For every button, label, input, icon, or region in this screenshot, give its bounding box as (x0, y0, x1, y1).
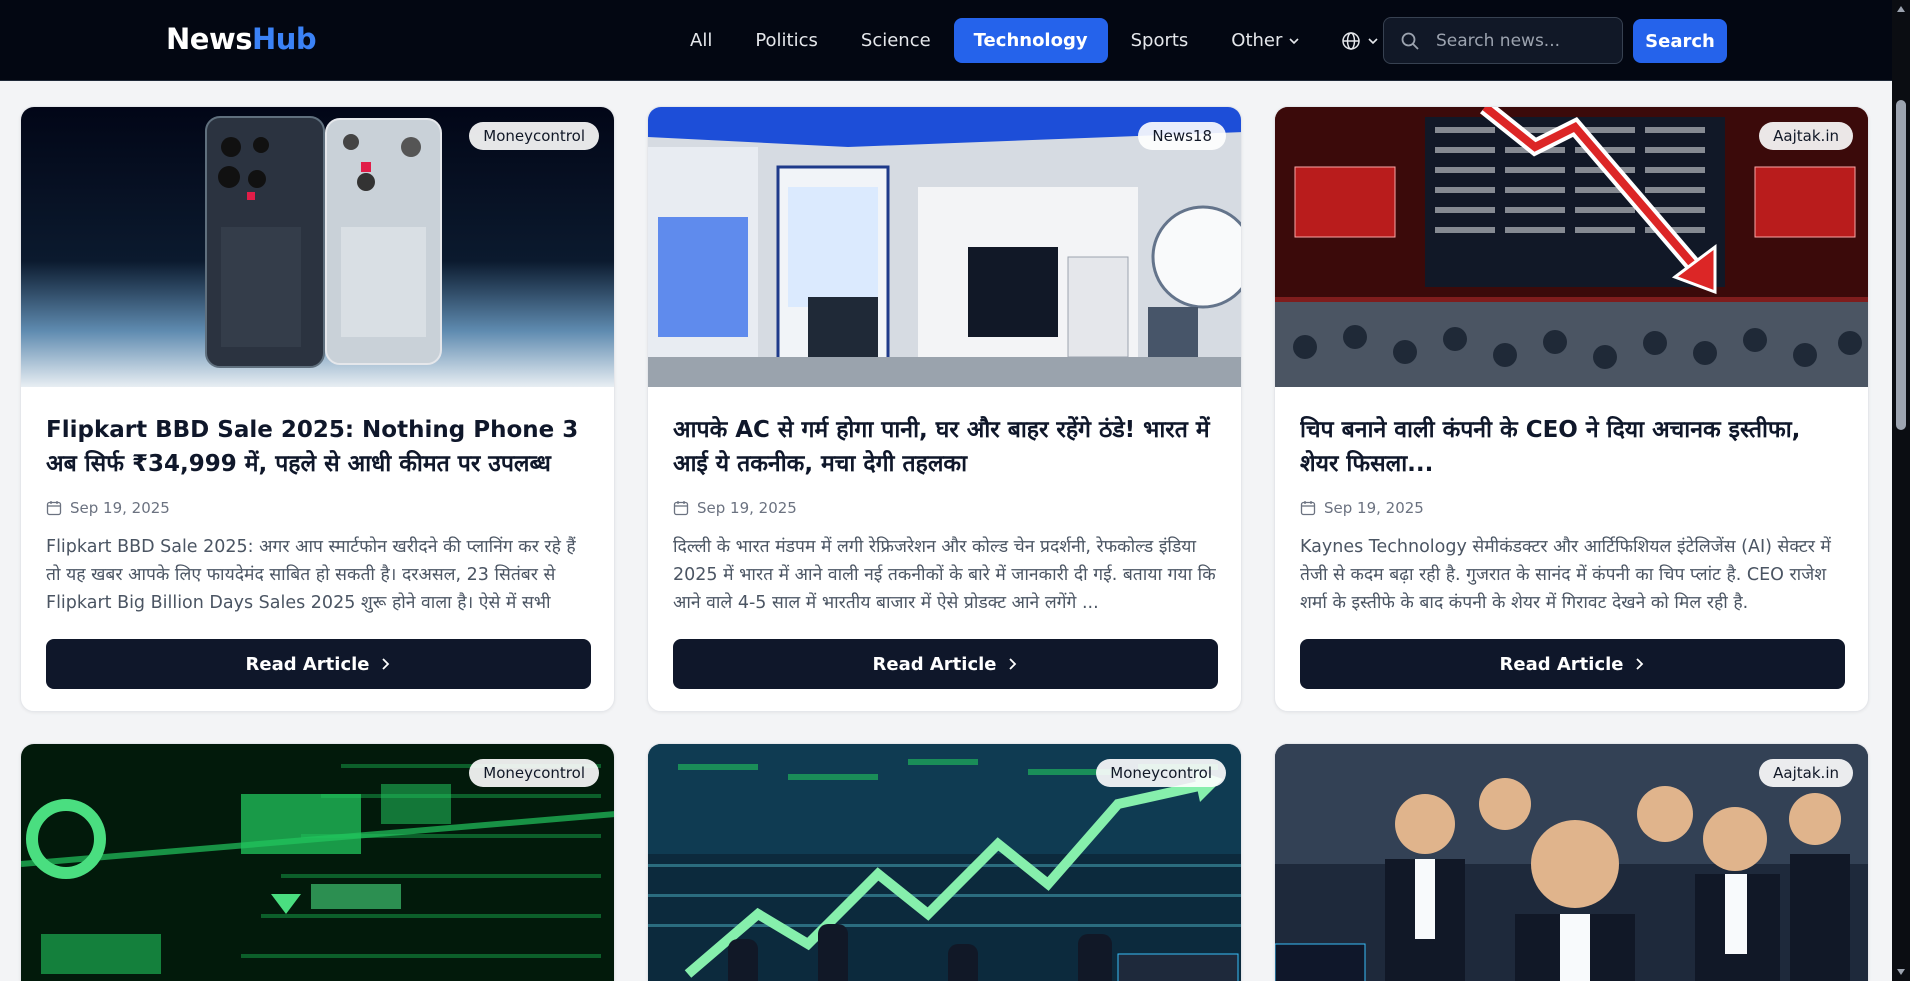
source-badge: Aajtak.in (1759, 122, 1853, 150)
read-article-button[interactable]: Read Article (673, 639, 1218, 689)
read-article-button[interactable]: Read Article (1300, 639, 1845, 689)
calendar-icon (673, 501, 689, 516)
scroll-up-arrow-icon[interactable] (1897, 6, 1905, 12)
calendar-icon (46, 501, 62, 516)
article-image[interactable]: News18 (648, 107, 1241, 387)
source-badge: Aajtak.in (1759, 759, 1853, 787)
page-scrollbar[interactable] (1892, 0, 1910, 981)
article-grid: Moneycontrol Flipkart BBD Sale 2025: Not… (0, 0, 1892, 981)
article-card: Moneycontrol Flipkart BBD Sale 2025: Not… (20, 106, 615, 712)
chevron-right-icon (1635, 658, 1643, 670)
article-card: Moneycontrol (647, 743, 1242, 981)
article-date-text: Sep 19, 2025 (70, 499, 170, 517)
article-title[interactable]: Flipkart BBD Sale 2025: Nothing Phone 3 … (46, 413, 589, 481)
read-article-label: Read Article (1499, 653, 1624, 675)
article-card: Aajtak.in चिप बनाने वाली कंपनी के CEO ने… (1274, 106, 1869, 712)
article-image[interactable]: Moneycontrol (21, 744, 614, 981)
source-badge: News18 (1138, 122, 1226, 150)
chevron-right-icon (381, 658, 389, 670)
calendar-icon (1300, 501, 1316, 516)
article-date-text: Sep 19, 2025 (1324, 499, 1424, 517)
article-description: Kaynes Technology सेमीकंडक्टर और आर्टिफि… (1300, 537, 1831, 613)
read-article-label: Read Article (245, 653, 370, 675)
read-article-label: Read Article (872, 653, 997, 675)
article-date: Sep 19, 2025 (46, 499, 589, 517)
article-date: Sep 19, 2025 (673, 499, 1216, 517)
article-image[interactable]: Moneycontrol (21, 107, 614, 387)
article-description: Flipkart BBD Sale 2025: अगर आप स्मार्टफो… (46, 537, 576, 613)
article-card: Moneycontrol (20, 743, 615, 981)
article-date-text: Sep 19, 2025 (697, 499, 797, 517)
article-image[interactable]: Aajtak.in (1275, 744, 1868, 981)
source-badge: Moneycontrol (469, 122, 599, 150)
read-article-button[interactable]: Read Article (46, 639, 591, 689)
article-card: Aajtak.in (1274, 743, 1869, 981)
article-description: दिल्ली के भारत मंडपम में लगी रेफ्रिजरेशन… (673, 537, 1216, 613)
article-image[interactable]: Aajtak.in (1275, 107, 1868, 387)
chevron-right-icon (1008, 658, 1016, 670)
article-title[interactable]: चिप बनाने वाली कंपनी के CEO ने दिया अचान… (1300, 413, 1843, 481)
source-badge: Moneycontrol (1096, 759, 1226, 787)
article-image[interactable]: Moneycontrol (648, 744, 1241, 981)
article-date: Sep 19, 2025 (1300, 499, 1843, 517)
article-title[interactable]: आपके AC से गर्म होगा पानी, घर और बाहर रह… (673, 413, 1216, 481)
scroll-thumb[interactable] (1896, 100, 1906, 430)
article-card: News18 आपके AC से गर्म होगा पानी, घर और … (647, 106, 1242, 712)
source-badge: Moneycontrol (469, 759, 599, 787)
scroll-down-arrow-icon[interactable] (1897, 969, 1905, 975)
